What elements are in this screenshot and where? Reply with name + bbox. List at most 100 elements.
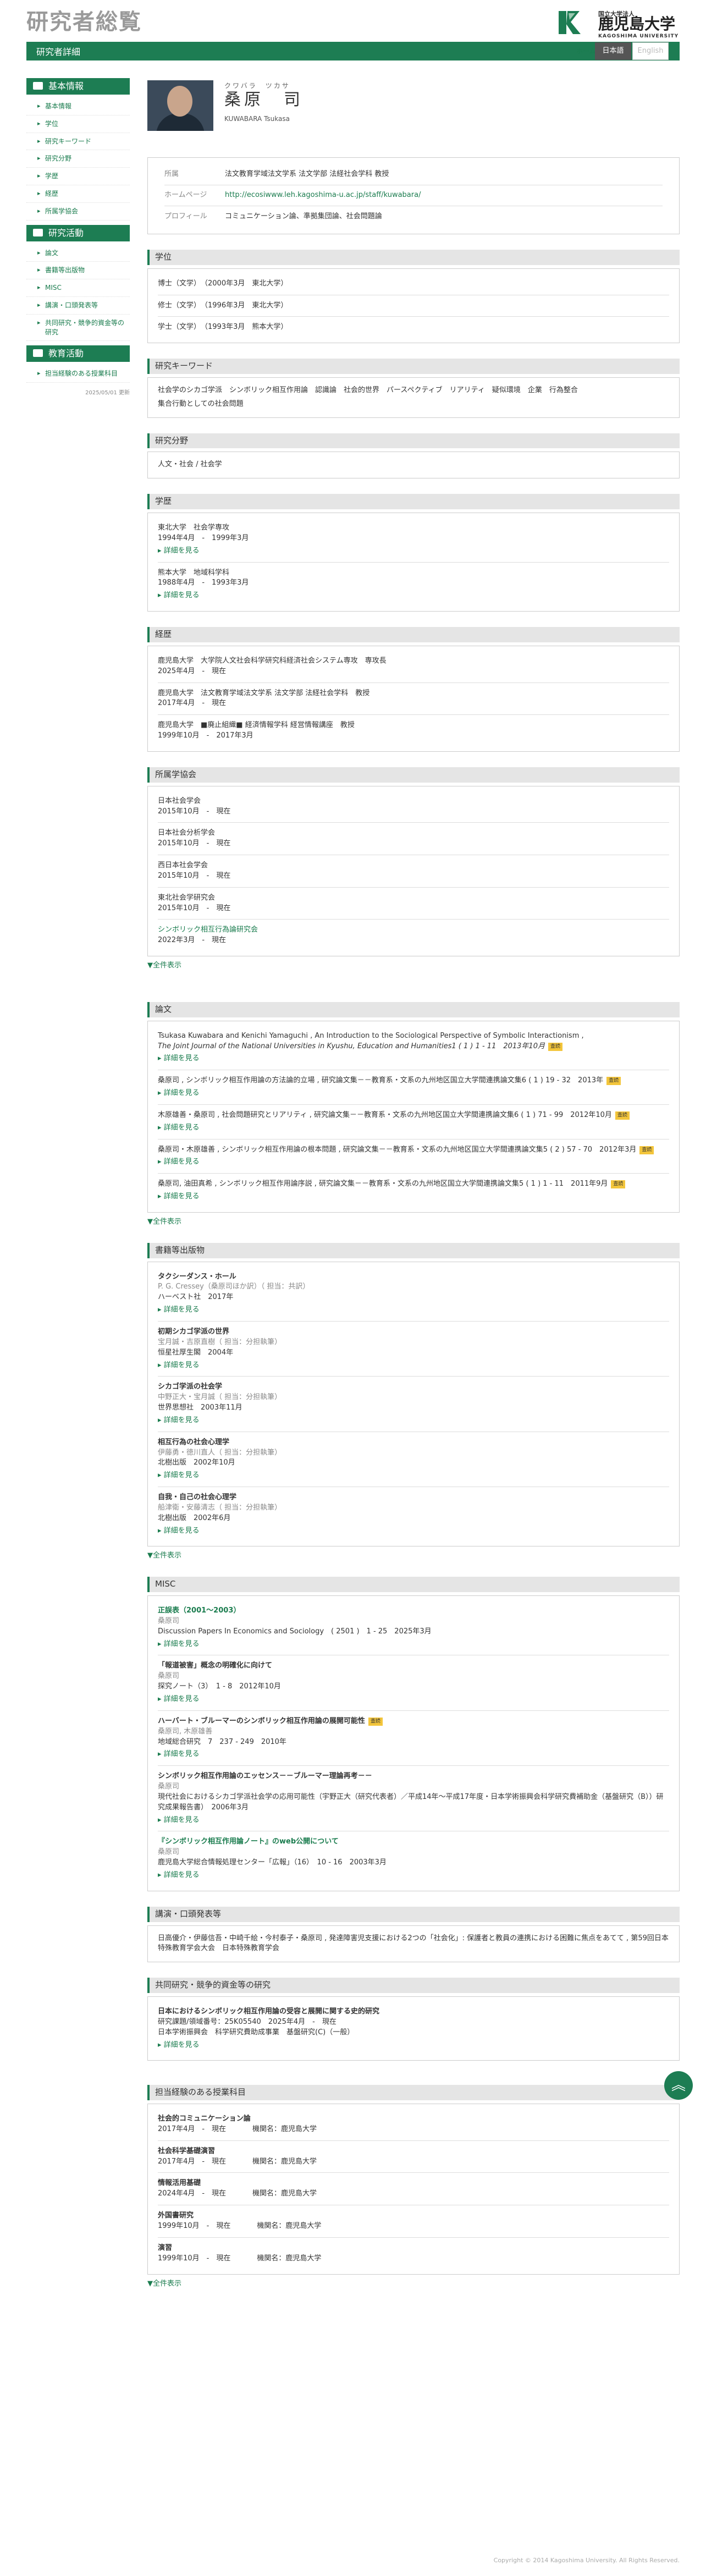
details-link[interactable]: 詳細を見る [158,1639,669,1650]
sidebar-head-education[interactable]: 教育活動 [26,345,130,362]
item-date: 2015年10月 - 現在 [158,904,231,912]
homepage-link[interactable]: http://ecosiwww.leh.kagoshima-u.ac.jp/st… [225,190,421,201]
sidebar-item-fields[interactable]: 研究分野 [26,150,130,168]
misc-source: 探究ノート（3） 1 - 8 2012年10月 [158,1682,281,1691]
section-talks: 講演・口頭発表等 日高優介・伊藤信吾・中崎千絵・今村泰子・桑原司 , 発達障害児… [147,1906,680,1963]
course-title: 社会科学基礎演習 [158,2146,216,2155]
paper-journal: The Joint Journal of the National Univer… [158,1042,545,1050]
reviewed-badge: 査読 [548,1042,562,1051]
page-top-button[interactable]: ︽ [664,2071,693,2100]
details-link[interactable]: 詳細を見る [158,1815,669,1826]
profile-info: 所属 法文教育学域法文学系 法文学部 法経社会学科 教授 ホームページ http:/… [147,157,680,234]
sidebar-head-basic[interactable]: 基本情報 [26,78,130,95]
grant-title: 日本におけるシンボリック相互作用論の受容と展開に関する史的研究 [158,2007,380,2016]
details-link[interactable]: 詳細を見る [158,1088,669,1099]
book-title: 初期シカゴ学派の世界 [158,1327,230,1336]
details-link[interactable]: 詳細を見る [158,1157,669,1168]
details-link[interactable]: 詳細を見る [158,1054,669,1064]
details-link[interactable]: 詳細を見る [158,1123,669,1133]
field-text: 人文・社会 / 社会学 [158,460,222,469]
section-education: 学歴 東北大学 社会学専攻1994年4月 - 1999年3月詳細を見る 熊本大学… [147,494,680,612]
show-all-link[interactable]: ▼全件表示 [147,1551,680,1561]
degree-text: 学士（文学） （1993年3月 熊本大学） [158,323,288,332]
show-all-link[interactable]: ▼全件表示 [147,961,680,971]
reviewed-badge: 査読 [611,1180,626,1189]
sidebar-item-talks[interactable]: 講演・口頭発表等 [26,297,130,315]
info-key: プロフィール [164,212,207,221]
show-all-link[interactable]: ▼全件表示 [147,2279,680,2289]
sidebar-item-papers[interactable]: 論文 [26,245,130,262]
item-title: 東北大学 社会学専攻 [158,524,230,532]
section-title: 研究キーワード [147,359,680,375]
reviewed-badge: 査読 [639,1146,654,1154]
sidebar-item-courses[interactable]: 担当経験のある授業科目 [26,365,130,383]
sidebar-item-societies[interactable]: 所属学協会 [26,203,130,221]
lang-ja-button[interactable]: 日本語 [595,42,631,60]
details-link[interactable]: 詳細を見る [158,1416,669,1426]
details-link[interactable]: 詳細を見る [158,1471,669,1481]
details-link[interactable]: 詳細を見る [158,1694,669,1705]
reviewed-badge: 査読 [606,1077,621,1086]
sidebar-item-basic[interactable]: 基本情報 [26,98,130,115]
details-link[interactable]: 詳細を見る [158,1361,669,1371]
section-icon [33,228,43,236]
info-row-affiliation: 所属 法文教育学域法文学系 法文学部 法経社会学科 教授 [164,164,663,185]
sidebar-item-degree[interactable]: 学位 [26,115,130,133]
main-content: クワバラ ツカサ 桑原 司 KUWABARA Tsukasa 所属 法文教育学域法… [147,78,680,2289]
sidebar-item-education[interactable]: 学歴 [26,168,130,185]
section-title: 経歴 [147,627,680,642]
book-title: 相互行為の社会心理学 [158,1438,230,1446]
misc-source: 地域総合研究 7 237 - 249 2010年 [158,1737,286,1746]
grant-number: 研究課題/領域番号：25K05540 2025年4月 - 現在 [158,2017,337,2026]
item-title[interactable]: シンボリック相互行為論研究会 [158,925,669,935]
sidebar-item-grants[interactable]: 共同研究・競争的資金等の研究 [26,315,130,342]
university-logo[interactable]: 国立大学法人 鹿児島大学 KAGOSHIMA UNIVERSITY [556,8,683,39]
sidebar-head-research[interactable]: 研究活動 [26,224,130,241]
list-item: 西日本社会学会 2015年10月 - 現在 [158,855,669,888]
list-item: 『シンボリック相互作用論ノート』のweb公開について 桑原司 鹿児島大学総合情報処理… [158,1831,669,1886]
book-title: タクシーダンス・ホール [158,1272,236,1281]
details-link[interactable]: 詳細を見る [158,1870,669,1881]
info-value: 法文教育学域法文学系 法文学部 法経社会学科 教授 [225,170,389,179]
list-item: 日本社会学会 2015年10月 - 現在 [158,791,669,823]
details-link[interactable]: 詳細を見る [158,1192,669,1202]
show-all-link[interactable]: ▼全件表示 [147,1217,680,1228]
list-item: 情報活用基礎 2024年4月 - 現在 機関名：鹿児島大学 [158,2173,669,2206]
paper-citation: 桑原司・木原雄善 , シンボリック相互作用論の根本問題 , 研究論文集－－教育系… [158,1145,637,1154]
list-item: 修士（文学） （1996年3月 東北大学） [158,295,669,317]
lang-en-button[interactable]: English [632,42,669,60]
list-item: Tsukasa Kuwabara and Kenichi Yamaguchi ,… [158,1026,669,1071]
university-name: 鹿児島大学 [598,15,676,33]
page-title-bar: 研究者詳細 ホーム [26,42,680,60]
details-link[interactable]: 詳細を見る [158,591,669,601]
list-item: シンボリック相互行為論研究会 2022年3月 - 現在 [158,920,669,951]
misc-title[interactable]: 正誤表（2001〜2003） [158,1606,669,1616]
misc-title[interactable]: 『シンボリック相互作用論ノート』のweb公開について [158,1837,669,1847]
course-date: 1999年10月 - 現在 [158,2254,231,2263]
list-item: 木原雄善・桑原司 , 社会問題研究とリアリティ , 研究論文集－－教育系・文系の… [158,1105,669,1140]
info-key: ホームページ [164,191,207,200]
list-item: 自我・自己の社会心理学 船津衛・安藤清志（ 担当：分担執筆） 北樹出版 2002年6… [158,1487,669,1542]
sidebar-item-misc[interactable]: MISC [26,279,130,297]
info-value: コミュニケーション論、準拠集団論、社会問題論 [225,212,382,221]
sidebar-item-career[interactable]: 経歴 [26,185,130,203]
list-item: 社会科学基礎演習 2017年4月 - 現在 機関名：鹿児島大学 [158,2141,669,2173]
details-link[interactable]: 詳細を見る [158,2040,669,2051]
sidebar-head-label: 基本情報 [48,81,84,91]
sidebar-head-label: 研究活動 [48,227,84,238]
book-authors: P. G. Cressey（桑原司ほか訳）（ 担当：共訳） [158,1283,310,1291]
sidebar-item-books[interactable]: 書籍等出版物 [26,262,130,280]
course-title: 外国書研究 [158,2211,194,2220]
details-link[interactable]: 詳細を見る [158,1305,669,1315]
details-link[interactable]: 詳細を見る [158,1526,669,1537]
book-authors: 船津衛・安藤清志（ 担当：分担執筆） [158,1503,282,1512]
details-link[interactable]: 詳細を見る [158,1749,669,1760]
section-courses: 担当経験のある授業科目 社会的コミュニケーション論 2017年4月 - 現在 機関名… [147,2085,680,2289]
name-kana: クワバラ ツカサ [224,82,290,90]
paper-citation: 木原雄善・桑原司 , 社会問題研究とリアリティ , 研究論文集－－教育系・文系の… [158,1110,612,1119]
sidebar-item-keywords[interactable]: 研究キーワード [26,133,130,151]
item-date: 2025年4月 - 現在 [158,667,227,675]
details-link[interactable]: 詳細を見る [158,546,669,557]
home-link[interactable]: ホーム [576,47,596,56]
item-title: 鹿児島大学 ■廃止組織■ 経済情報学科 経営情報講座 教授 [158,721,355,730]
